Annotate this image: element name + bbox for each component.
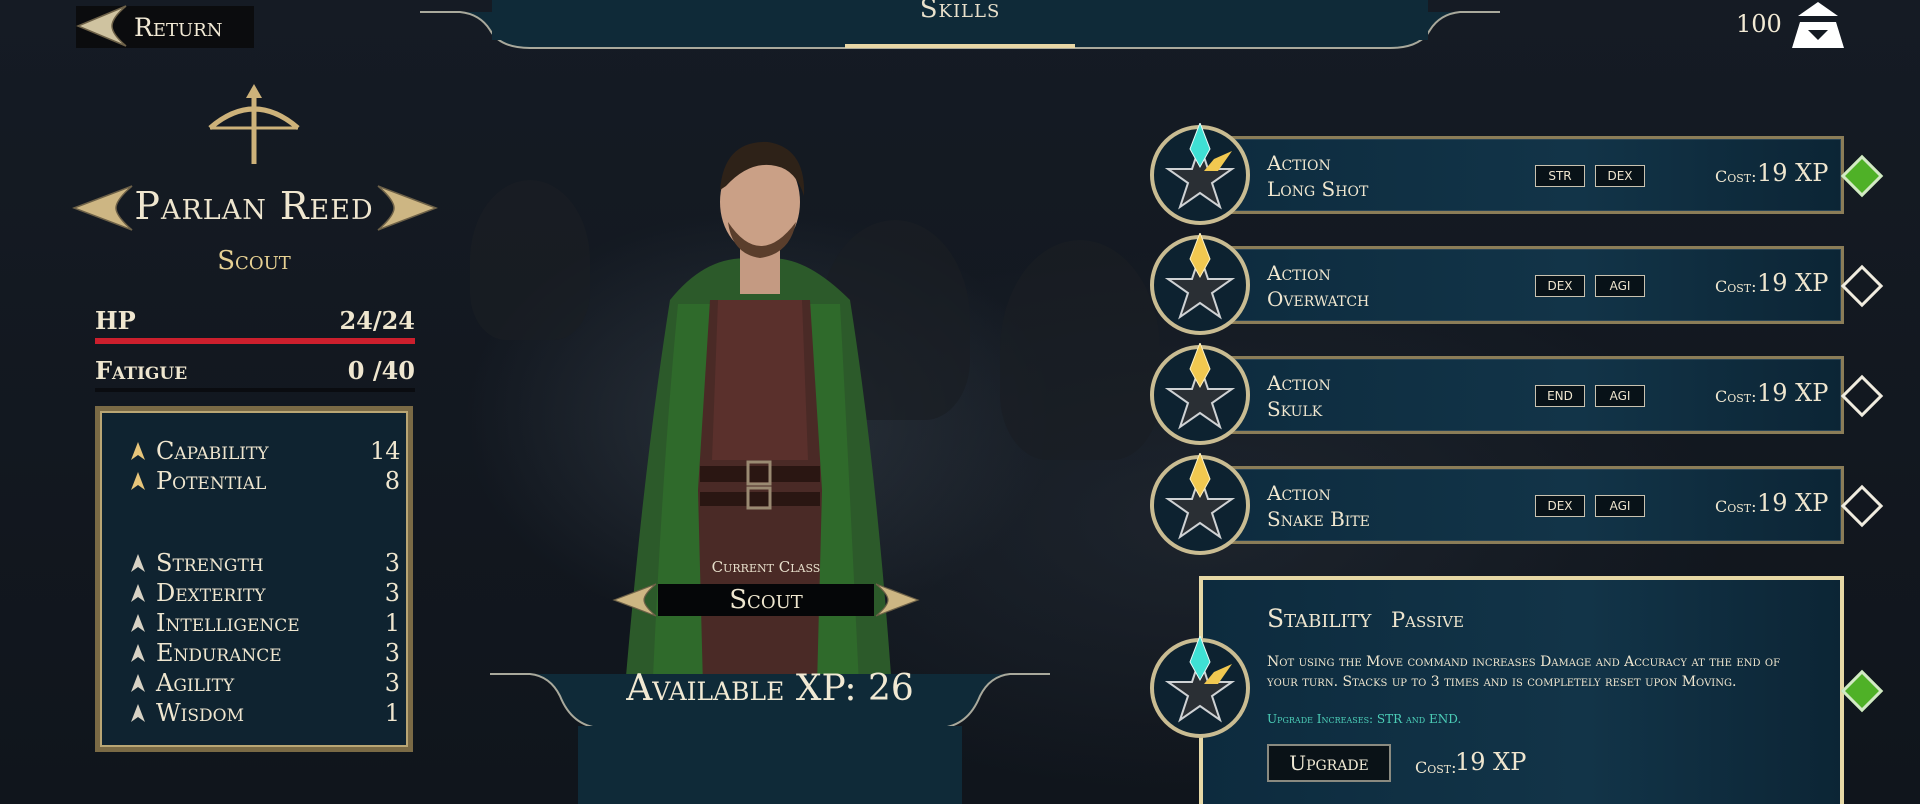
class-selector[interactable]: Scout <box>658 584 874 616</box>
attribute-strength: Strength 3 <box>130 549 400 577</box>
skill-card-snake-bite[interactable]: Action Snake Bite DEX AGI Cost: 19 XP <box>1180 466 1844 544</box>
cost-label: Cost: <box>1715 277 1757 296</box>
attribute-endurance: Endurance 3 <box>130 639 400 667</box>
skill-detail-panel: Stability Passive Not using the Move com… <box>1199 576 1844 804</box>
skill-card-overwatch[interactable]: Action Overwatch DEX AGI Cost: 19 XP <box>1180 246 1844 324</box>
skill-card-long-shot[interactable]: Action Long Shot STR DEX Cost: 19 XP <box>1180 136 1844 214</box>
attributes-panel: Capability 14 Potential 8 Strength 3 Dexter… <box>95 406 413 752</box>
detail-skill-type: Passive <box>1391 608 1464 632</box>
detail-cost: 19 XP <box>1455 748 1527 776</box>
skill-cost: 19 XP <box>1757 379 1829 407</box>
attribute-icon <box>131 442 145 460</box>
prev-class-arrow-icon[interactable] <box>612 580 660 620</box>
skill-tag: END <box>1535 385 1585 407</box>
attribute-dexterity: Dexterity 3 <box>130 579 400 607</box>
detail-description: Not using the Move command increases Dam… <box>1267 654 1781 690</box>
character-class: Scout <box>217 246 291 276</box>
hp-bar <box>95 338 415 344</box>
cost-label: Cost: <box>1715 387 1757 406</box>
return-label: Return <box>134 12 223 42</box>
skill-cost: 19 XP <box>1757 159 1829 187</box>
skill-tag: AGI <box>1595 385 1645 407</box>
skill-tag: STR <box>1535 165 1585 187</box>
skill-tag: AGI <box>1595 495 1645 517</box>
back-arrow-icon <box>76 5 127 47</box>
skill-cost: 19 XP <box>1757 269 1829 297</box>
attribute-icon <box>131 704 145 722</box>
attribute-icon <box>131 554 145 572</box>
background-soldier-silhouette <box>1000 240 1160 460</box>
skill-tag: AGI <box>1595 275 1645 297</box>
next-class-arrow-icon[interactable] <box>872 580 920 620</box>
cost-label: Cost: <box>1715 167 1757 186</box>
skill-name: Snake Bite <box>1267 507 1370 531</box>
attribute-agility: Agility 3 <box>130 669 400 697</box>
skill-star-gold-icon <box>1150 233 1250 335</box>
detail-skill-name: Stability <box>1267 604 1372 633</box>
fatigue-label: Fatigue <box>95 356 188 385</box>
cost-label: Cost: <box>1715 497 1757 516</box>
skill-card-skulk[interactable]: Action Skulk END AGI Cost: 19 XP <box>1180 356 1844 434</box>
attribute-intelligence: Intelligence 1 <box>130 609 400 637</box>
upgrade-note: Upgrade Increases: STR and END. <box>1267 712 1462 726</box>
skill-type: Action <box>1267 261 1331 285</box>
skill-cost: 19 XP <box>1757 489 1829 517</box>
skill-star-gold-icon <box>1150 343 1250 445</box>
skill-star-gold-icon <box>1150 453 1250 555</box>
attribute-potential: Potential 8 <box>130 467 400 495</box>
attribute-icon <box>131 674 145 692</box>
skill-tag: DEX <box>1535 275 1585 297</box>
attribute-icon <box>131 584 145 602</box>
skill-name: Overwatch <box>1267 287 1370 311</box>
tab-active-indicator <box>845 44 1075 48</box>
hp-row: HP 24/24 <box>95 306 415 335</box>
skill-tag: DEX <box>1595 165 1645 187</box>
skill-type: Action <box>1267 371 1331 395</box>
fatigue-bar <box>95 388 415 392</box>
skill-type: Action <box>1267 151 1331 175</box>
attribute-icon <box>131 644 145 662</box>
hp-label: HP <box>95 306 136 335</box>
character-name: Parlan Reed <box>134 184 374 228</box>
currency-amount: 100 <box>1736 10 1782 38</box>
bow-class-icon <box>208 84 300 164</box>
attribute-icon <box>131 472 145 490</box>
skill-type: Action <box>1267 481 1331 505</box>
skill-tag: DEX <box>1535 495 1585 517</box>
upgrade-button[interactable]: Upgrade <box>1267 744 1391 782</box>
fatigue-value: 0 /40 <box>347 356 415 385</box>
return-button[interactable]: Return <box>76 5 254 48</box>
skill-star-teal-icon <box>1150 636 1250 738</box>
attribute-capability: Capability 14 <box>130 437 401 465</box>
available-xp: Available XP: 26 <box>626 668 914 709</box>
skill-name: Skulk <box>1267 397 1323 421</box>
fatigue-row: Fatigue 0 /40 <box>95 356 415 385</box>
page-title: Skills <box>919 0 1001 24</box>
current-class-caption: Current Class <box>711 558 821 576</box>
background-soldier-silhouette <box>470 180 590 340</box>
attribute-wisdom: Wisdom 1 <box>130 699 400 727</box>
skill-star-teal-icon <box>1150 123 1250 225</box>
skill-name: Long Shot <box>1267 177 1369 201</box>
cost-label: Cost: <box>1415 758 1457 777</box>
hp-value: 24/24 <box>339 306 415 335</box>
currency-icon <box>1792 2 1844 48</box>
attribute-icon <box>131 614 145 632</box>
